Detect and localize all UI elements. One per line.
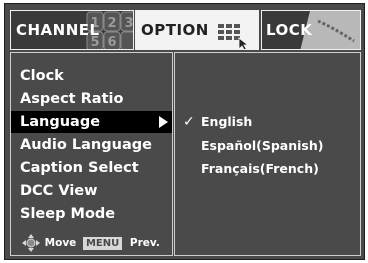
tab-lock-label: LOCK bbox=[266, 21, 313, 39]
option-english[interactable]: English bbox=[201, 113, 252, 131]
tab-option[interactable]: OPTION bbox=[135, 10, 259, 50]
menu-key-badge: MENU bbox=[82, 236, 123, 250]
option-french[interactable]: Français(French) bbox=[201, 160, 319, 178]
prev-label: Prev. bbox=[129, 237, 160, 249]
svg-text:2: 2 bbox=[107, 16, 116, 31]
option-spanish[interactable]: Español(Spanish) bbox=[201, 137, 323, 155]
menu-item-aspect-ratio[interactable]: Aspect Ratio bbox=[11, 88, 172, 110]
tab-option-label: OPTION bbox=[141, 21, 209, 39]
tab-channel[interactable]: 1 2 3 5 6 CHANNEL bbox=[10, 10, 134, 50]
menu-item-sleep-mode[interactable]: Sleep Mode bbox=[11, 203, 172, 225]
svg-text:6: 6 bbox=[107, 35, 116, 50]
osd-menu-window: 1 2 3 5 6 CHANNEL OPTION LOCK Clock Aspe… bbox=[4, 3, 365, 260]
menu-item-audio-language[interactable]: Audio Language bbox=[11, 134, 172, 156]
tab-lock[interactable]: LOCK bbox=[261, 10, 361, 50]
right-arrow-icon bbox=[159, 116, 168, 128]
menu-item-dcc-view[interactable]: DCC View bbox=[11, 180, 172, 202]
menu-item-label: Language bbox=[20, 114, 101, 130]
navigation-pad-icon bbox=[22, 234, 40, 252]
check-icon: ✓ bbox=[183, 114, 195, 130]
menu-item-clock[interactable]: Clock bbox=[11, 65, 172, 87]
menu-item-language[interactable]: Language bbox=[11, 111, 172, 133]
language-options-panel: ✓ English Español(Spanish) Français(Fren… bbox=[174, 52, 361, 256]
tab-channel-label: CHANNEL bbox=[16, 21, 100, 39]
navigation-hint: Move MENU Prev. bbox=[21, 233, 160, 253]
svg-text:3: 3 bbox=[124, 16, 133, 31]
menu-panel: Clock Aspect Ratio Language Audio Langua… bbox=[10, 52, 173, 256]
menu-item-caption-select[interactable]: Caption Select bbox=[11, 157, 172, 179]
move-label: Move bbox=[44, 237, 77, 249]
cursor-icon bbox=[238, 37, 250, 49]
